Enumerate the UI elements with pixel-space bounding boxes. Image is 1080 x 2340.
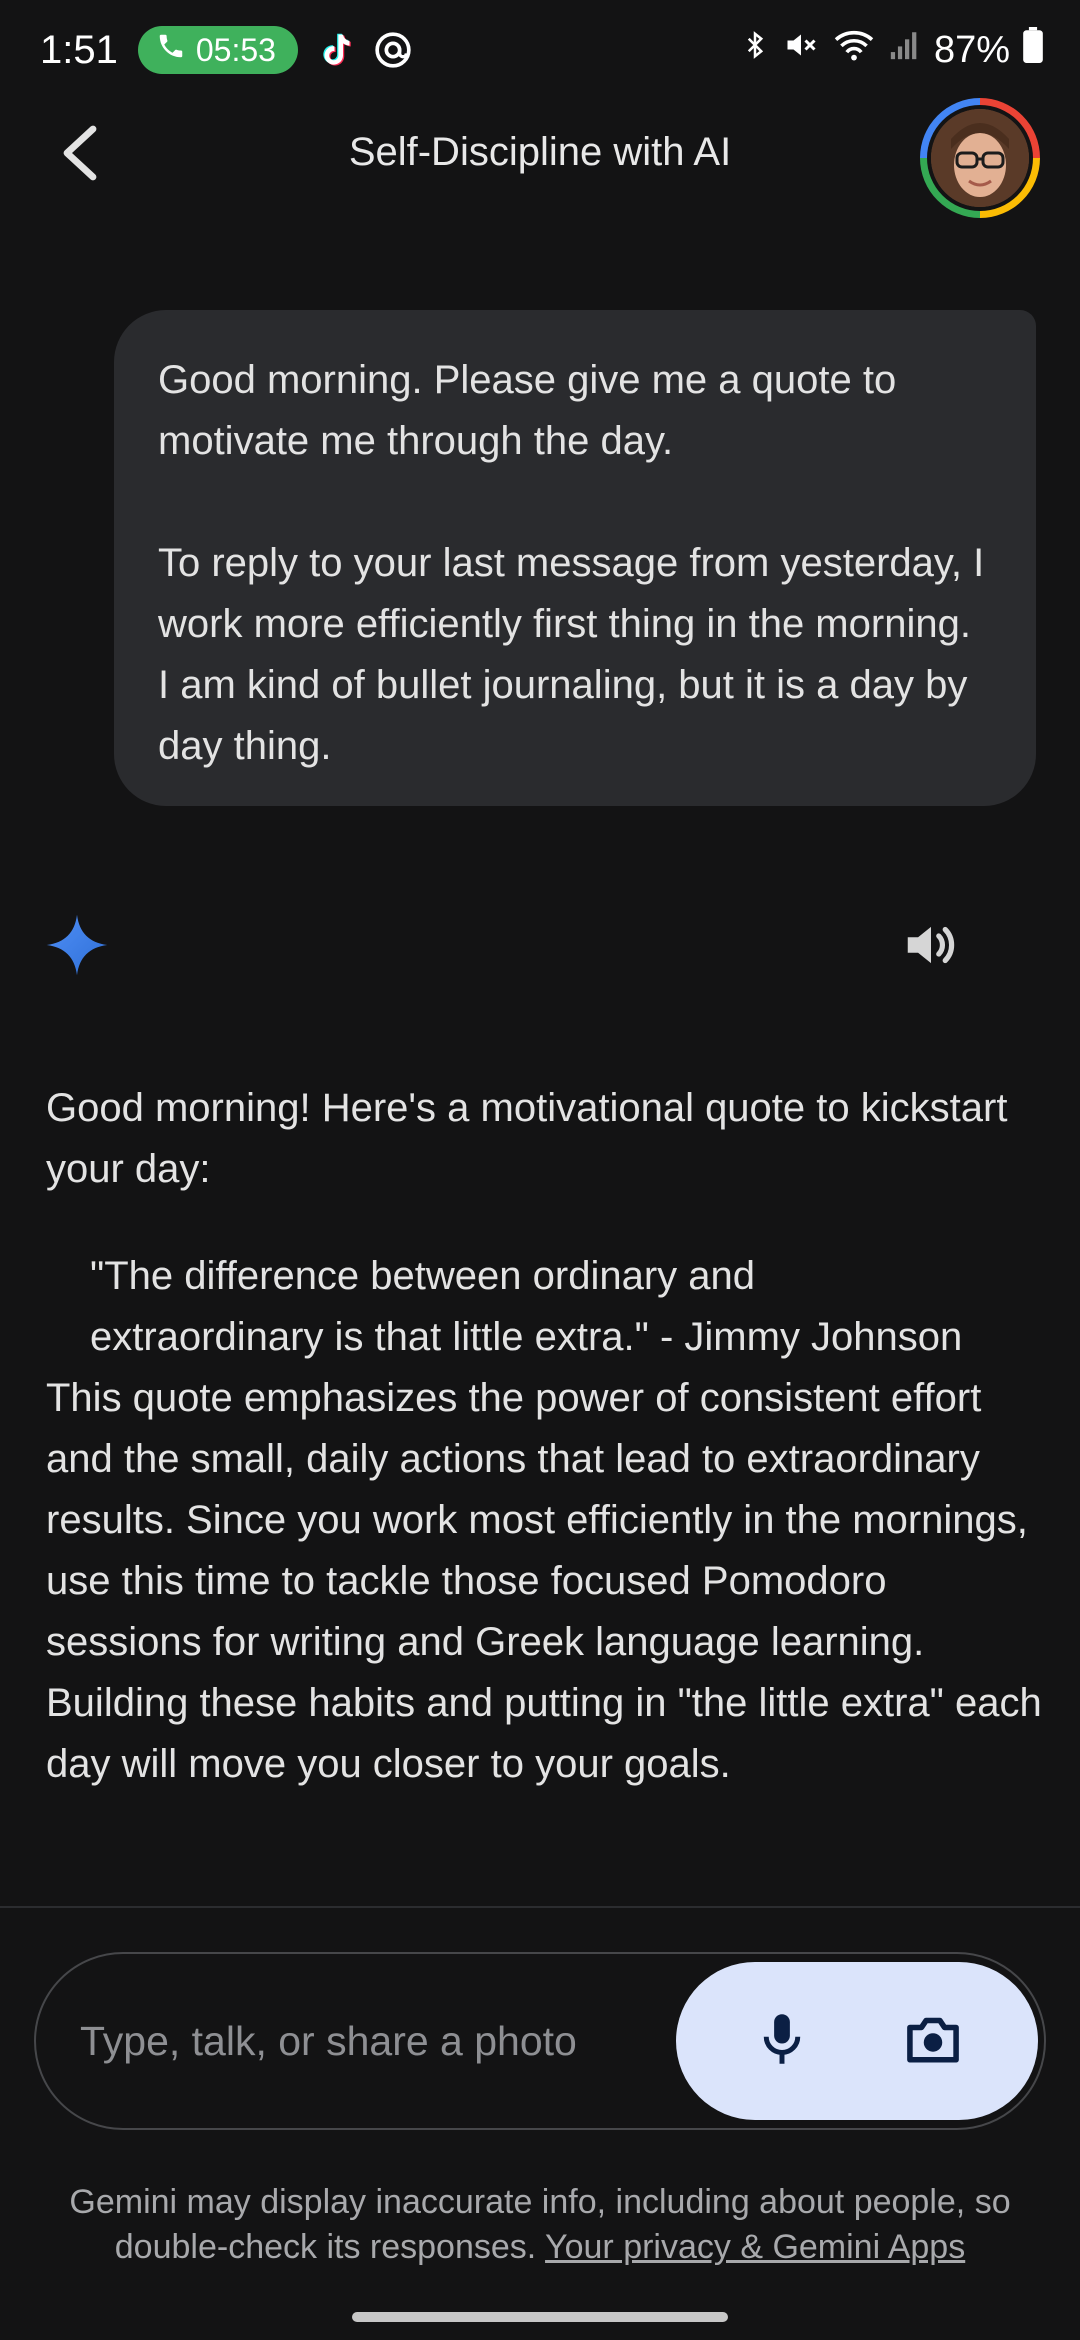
gemini-sparkle-icon [44, 912, 110, 978]
quote-line: "The difference between ordinary and [90, 1254, 755, 1298]
ongoing-call-chip[interactable]: 05:53 [137, 26, 298, 74]
privacy-link[interactable]: Your privacy & Gemini Apps [545, 2228, 965, 2266]
back-button[interactable] [44, 120, 114, 190]
status-time: 1:51 [40, 27, 118, 72]
wifi-icon [832, 27, 876, 73]
battery-percent: 87% [933, 28, 1010, 71]
back-arrow-icon [57, 123, 101, 188]
input-actions [676, 1962, 1038, 2120]
mute-icon [782, 27, 820, 73]
signal-icon [888, 28, 922, 72]
response-intro: Good morning! Here's a motivational quot… [46, 1086, 1008, 1191]
microphone-icon [755, 2009, 809, 2074]
bluetooth-icon [740, 27, 770, 73]
prompt-input-bar[interactable]: Type, talk, or share a photo [34, 1952, 1046, 2130]
camera-button[interactable] [897, 2005, 969, 2077]
call-timer: 05:53 [195, 31, 276, 68]
divider [0, 1906, 1080, 1908]
battery-icon [1022, 27, 1044, 73]
tiktok-icon [316, 27, 362, 73]
prompt-input[interactable]: Type, talk, or share a photo [80, 2018, 577, 2065]
account-avatar-button[interactable] [920, 98, 1040, 218]
assistant-response: Good morning! Here's a motivational quot… [46, 1078, 1046, 1795]
camera-icon [903, 2011, 963, 2072]
user-message-paragraph: Good morning. Please give me a quote to … [158, 358, 897, 463]
gemini-chat-screen: 1:51 05:53 87% Self-Discipline with AI G… [0, 0, 1080, 2340]
response-quote: "The difference between ordinary and ext… [46, 1246, 1046, 1368]
app-header: Self-Discipline with AI [0, 92, 1080, 218]
avatar [931, 109, 1029, 207]
assistant-header-row [0, 900, 1080, 990]
microphone-button[interactable] [746, 2005, 818, 2077]
user-message-bubble[interactable]: Good morning. Please give me a quote to … [114, 310, 1036, 806]
chat-title: Self-Discipline with AI [348, 130, 732, 174]
disclaimer: Gemini may display inaccurate info, incl… [40, 2180, 1040, 2270]
user-message-paragraph: To reply to your last message from yeste… [158, 541, 985, 768]
response-body: This quote emphasizes the power of consi… [46, 1376, 1042, 1786]
speaker-icon [900, 926, 962, 980]
status-bar: 1:51 05:53 87% [0, 0, 1080, 100]
phone-icon [156, 31, 186, 69]
home-indicator[interactable] [352, 2312, 728, 2322]
quote-line: extraordinary is that little extra." - J… [90, 1315, 963, 1359]
threads-icon [370, 27, 416, 73]
read-aloud-button[interactable] [900, 914, 968, 976]
